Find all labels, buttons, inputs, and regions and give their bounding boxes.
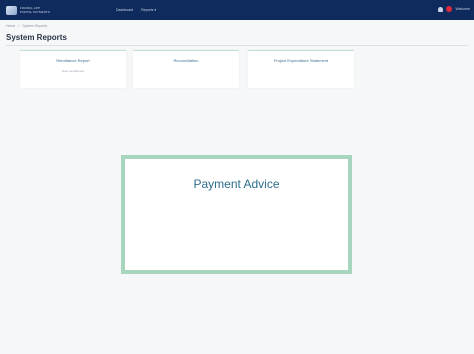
payment-advice-title: Payment Advice <box>193 177 280 191</box>
report-card-reconciliation[interactable]: Reconciliation <box>133 50 239 88</box>
report-card-remittance[interactable]: Remittance Report View remittances <box>20 50 126 88</box>
user-menu[interactable]: Welcome <box>455 7 470 11</box>
card-subtitle: View remittances <box>61 69 85 73</box>
card-title: Remittance Report <box>56 58 90 63</box>
alert-badge-icon[interactable] <box>446 6 453 12</box>
card-title: Project Expenditure Statement <box>273 58 329 63</box>
payment-advice-card[interactable]: Payment Advice <box>121 155 352 274</box>
breadcrumb-separator: / <box>18 24 20 28</box>
page-title: System Reports <box>6 33 67 42</box>
breadcrumb: Home / System Reports <box>6 24 47 28</box>
user-area: Welcome <box>438 6 470 12</box>
card-title: Reconciliation <box>173 58 199 63</box>
logo-line-2: PORTAL PAYMENTS <box>20 9 51 14</box>
breadcrumb-home[interactable]: Home <box>6 24 15 28</box>
nav-reports-dropdown[interactable]: Reports ▾ <box>141 8 156 12</box>
crest-icon <box>6 6 17 15</box>
title-divider <box>6 45 468 46</box>
bell-icon[interactable] <box>438 6 444 12</box>
top-navbar: FORMAL APP PORTAL PAYMENTS Dashboard Rep… <box>0 0 474 20</box>
nav-menu: Dashboard Reports ▾ <box>116 8 156 12</box>
app-logo[interactable]: FORMAL APP PORTAL PAYMENTS <box>6 5 86 16</box>
report-card-expenditure[interactable]: Project Expenditure Statement <box>248 50 354 88</box>
nav-dashboard[interactable]: Dashboard <box>116 8 133 12</box>
breadcrumb-current: System Reports <box>22 24 48 28</box>
